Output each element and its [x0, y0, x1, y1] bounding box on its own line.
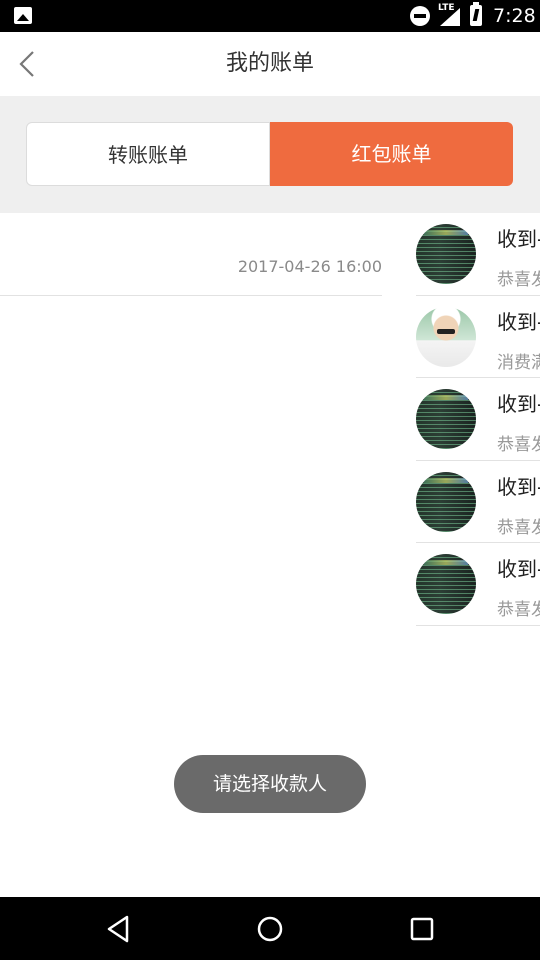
nav-back-button[interactable] — [100, 911, 136, 947]
record-title: 收到- — [497, 474, 540, 499]
record-title: 收到- — [497, 227, 540, 251]
nav-home-button[interactable] — [252, 911, 288, 947]
avatar — [416, 389, 476, 449]
record-title: 收到- — [497, 557, 540, 581]
toast-message: 请选择收款人 — [174, 755, 366, 813]
title-bar: 我的账单 — [0, 32, 540, 96]
nav-back-icon — [107, 915, 129, 943]
record-subtitle: 恭喜发 — [497, 270, 540, 290]
record-subtitle: 恭喜发 — [497, 600, 540, 620]
nav-home-icon — [257, 916, 283, 942]
gallery-icon — [14, 7, 32, 24]
bill-date: 2017-04-26 16:00 — [237, 257, 382, 276]
avatar — [416, 554, 476, 614]
tab-red-packet-bills[interactable]: 红包账单 — [270, 122, 513, 186]
tab-transfer-bills[interactable]: 转账账单 — [26, 122, 270, 186]
record-title: 收到- — [497, 309, 540, 334]
status-bar: LTE 7:28 — [0, 0, 540, 32]
do-not-disturb-icon — [410, 6, 430, 26]
nav-recents-button[interactable] — [404, 911, 440, 947]
tab-area: 转账账单 红包账单 — [0, 96, 540, 213]
list-item[interactable]: 收到- 消费满 — [416, 296, 540, 378]
record-subtitle: 消费满 — [497, 352, 540, 373]
red-packet-list: 收到- 恭喜发 收到- 消费满 收到- 恭喜发 收到- 恭喜发 收到- 恭喜发 — [416, 213, 540, 626]
list-item[interactable]: 收到- 恭喜发 — [416, 213, 540, 296]
avatar — [416, 471, 476, 532]
record-subtitle: 恭喜发 — [497, 435, 540, 455]
app-screen: LTE 7:28 我的账单 转账账单 红包账单 2017-04-26 16:00… — [0, 0, 540, 960]
list-item[interactable]: 收到- 恭喜发 — [416, 461, 540, 543]
nav-recents-icon — [410, 917, 434, 941]
avatar — [416, 224, 476, 284]
signal-icon — [440, 8, 460, 26]
page-title: 我的账单 — [225, 51, 314, 76]
navigation-bar — [0, 897, 540, 960]
battery-icon — [470, 2, 482, 26]
left-bill-row[interactable]: 2017-04-26 16:00 — [0, 213, 382, 296]
list-item[interactable]: 收到- 恭喜发 — [416, 378, 540, 461]
list-item[interactable]: 收到- 恭喜发 — [416, 543, 540, 626]
record-title: 收到- — [497, 392, 540, 416]
status-time: 7:28 — [493, 5, 536, 27]
record-subtitle: 恭喜发 — [497, 517, 540, 538]
avatar — [416, 306, 476, 367]
